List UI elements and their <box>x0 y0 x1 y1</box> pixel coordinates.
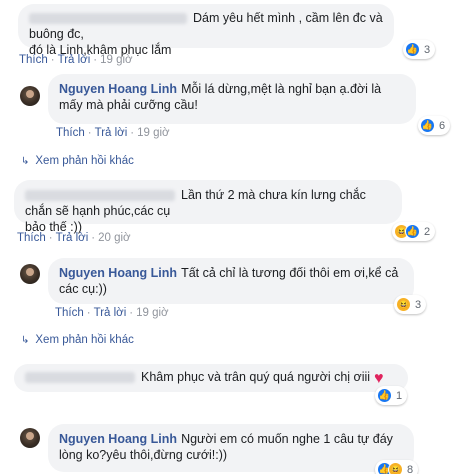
reply-button[interactable]: Trả lời <box>95 127 128 139</box>
avatar[interactable] <box>20 264 40 284</box>
comment-text-line2: các cụ:)) <box>59 282 107 296</box>
reaction-summary[interactable]: 👍 3 <box>403 40 436 59</box>
reaction-summary[interactable]: 😆 3 <box>394 295 427 314</box>
reaction-summary[interactable]: 👍 6 <box>418 116 451 135</box>
see-more-replies-link[interactable]: ↳ Xem phản hồi khác <box>21 155 134 167</box>
author-name[interactable]: Nguyen Hoang Linh <box>59 432 177 446</box>
reply-arrow-icon: ↳ <box>21 156 30 167</box>
see-more-replies-link[interactable]: ↳ Xem phản hồi khác <box>21 334 134 346</box>
like-button[interactable]: Thích <box>17 232 46 244</box>
comment-actions: Thích · Trả lời · 19 giờ <box>56 127 170 139</box>
comment-text-line2: lòng ko?yêu thôi,đừng cưới!:)) <box>59 448 228 462</box>
haha-icon: 😆 <box>396 297 411 312</box>
timestamp[interactable]: 20 giờ <box>98 232 130 244</box>
comment-bubble: Lần thứ 2 mà chưa kín lưng chắc chắn sẽ … <box>14 180 402 234</box>
timestamp[interactable]: 19 giờ <box>100 54 132 66</box>
comment-actions: Thích · Trả lời · 19 giờ <box>55 307 169 319</box>
comment-bubble: Khâm phục và trân quý quá người chị ơiii… <box>14 364 408 392</box>
reply-button[interactable]: Trả lời <box>56 232 89 244</box>
comment-text: Người em có muốn nghe 1 câu tự đáy <box>181 432 393 446</box>
reply-button[interactable]: Trả lời <box>58 54 91 66</box>
blurred-author-name[interactable] <box>25 372 135 384</box>
comment-actions: Thích · Trả lời · 20 giờ <box>17 232 131 244</box>
heart-icon: ♥ <box>374 370 384 387</box>
like-icon: 👍 <box>420 118 435 133</box>
reply-arrow-icon: ↳ <box>21 335 30 346</box>
comment-text: Mỗi lá dừng,mệt là nghỉ bạn ạ.đời là <box>181 82 382 96</box>
comment-bubble: Nguyen Hoang Linh Tất cả chỉ là tương đối… <box>48 258 414 304</box>
reply-button[interactable]: Trả lời <box>94 307 127 319</box>
comment-actions: Thích · Trả lời · 19 giờ <box>19 54 133 66</box>
comment-text: Khâm phục và trân quý quá người chị ơiii <box>141 370 371 384</box>
like-button[interactable]: Thích <box>56 127 85 139</box>
author-name[interactable]: Nguyen Hoang Linh <box>59 266 177 280</box>
avatar[interactable] <box>20 86 40 106</box>
like-button[interactable]: Thích <box>19 54 48 66</box>
comment-bubble: Nguyen Hoang Linh Mỗi lá dừng,mệt là nghỉ… <box>48 74 416 124</box>
like-icon: 👍 <box>377 388 392 403</box>
comment-text-line2: mấy mà phải cưỡng cầu! <box>59 98 198 112</box>
like-icon: 👍 <box>405 224 420 239</box>
blurred-author-name[interactable] <box>29 13 187 25</box>
reaction-summary[interactable]: 👍 😆 8 <box>375 460 419 474</box>
comment-bubble: Dám yêu hết mình , cầm lên đc và buông đ… <box>18 4 394 57</box>
comment-text: Tất cả chỉ là tương đối thôi em ơi,kể cả <box>181 266 399 280</box>
haha-icon: 😆 <box>388 462 403 474</box>
like-button[interactable]: Thích <box>55 307 84 319</box>
avatar[interactable] <box>20 428 40 448</box>
timestamp[interactable]: 19 giờ <box>136 307 168 319</box>
blurred-author-name[interactable] <box>25 190 175 202</box>
author-name[interactable]: Nguyen Hoang Linh <box>59 82 177 96</box>
comment-bubble: Nguyen Hoang Linh Người em có muốn nghe 1… <box>48 424 414 472</box>
like-icon: 👍 <box>405 42 420 57</box>
timestamp[interactable]: 19 giờ <box>137 127 169 139</box>
reaction-summary[interactable]: 👍 1 <box>375 386 408 405</box>
reaction-summary[interactable]: 😆 👍 2 <box>392 222 436 241</box>
